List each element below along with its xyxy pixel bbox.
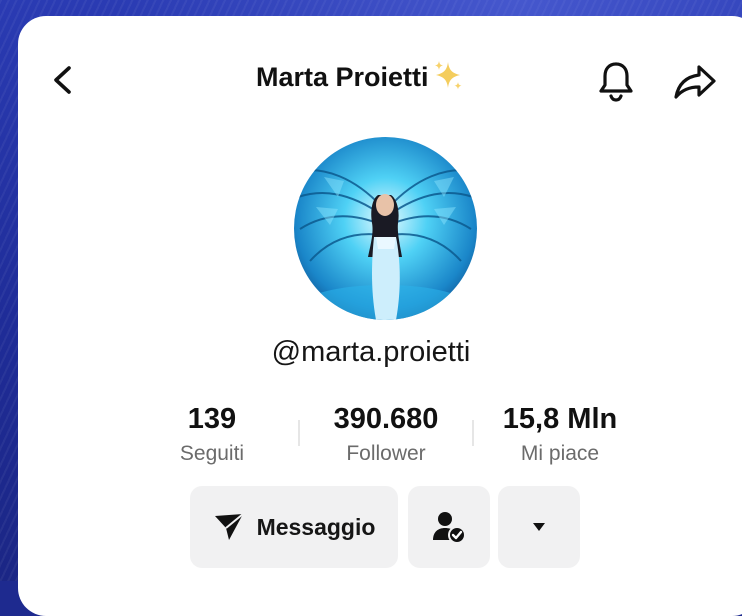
message-button-label: Messaggio	[256, 513, 376, 540]
stat-followers[interactable]: 390.680 Follower	[306, 402, 466, 466]
share-arrow-icon[interactable]	[672, 62, 718, 100]
profile-username: @marta.proietti	[271, 336, 471, 368]
bell-icon[interactable]	[596, 60, 636, 102]
chevron-left-icon[interactable]	[48, 64, 78, 96]
sparkles-icon	[434, 60, 462, 89]
followers-count: 390.680	[333, 403, 439, 435]
stat-divider	[472, 420, 474, 446]
followers-label: Follower	[346, 442, 426, 465]
following-label: Seguiti	[179, 442, 245, 465]
avatar[interactable]	[294, 137, 477, 320]
stat-following[interactable]: 139 Seguiti	[156, 402, 268, 466]
caret-down-icon	[533, 523, 545, 531]
avatar-image	[294, 137, 477, 320]
send-icon	[214, 513, 244, 540]
more-options-button[interactable]	[498, 486, 580, 568]
stat-likes[interactable]: 15,8 Mln Mi piace	[484, 402, 636, 466]
profile-title: Marta Proietti	[256, 60, 465, 93]
friend-status-button[interactable]	[408, 486, 490, 568]
message-button[interactable]: Messaggio	[190, 486, 398, 568]
profile-name: Marta Proietti	[256, 62, 429, 92]
likes-label: Mi piace	[520, 442, 600, 465]
likes-count: 15,8 Mln	[502, 403, 618, 435]
stat-divider	[298, 420, 300, 446]
following-count: 139	[187, 403, 237, 435]
user-check-icon	[433, 512, 466, 544]
